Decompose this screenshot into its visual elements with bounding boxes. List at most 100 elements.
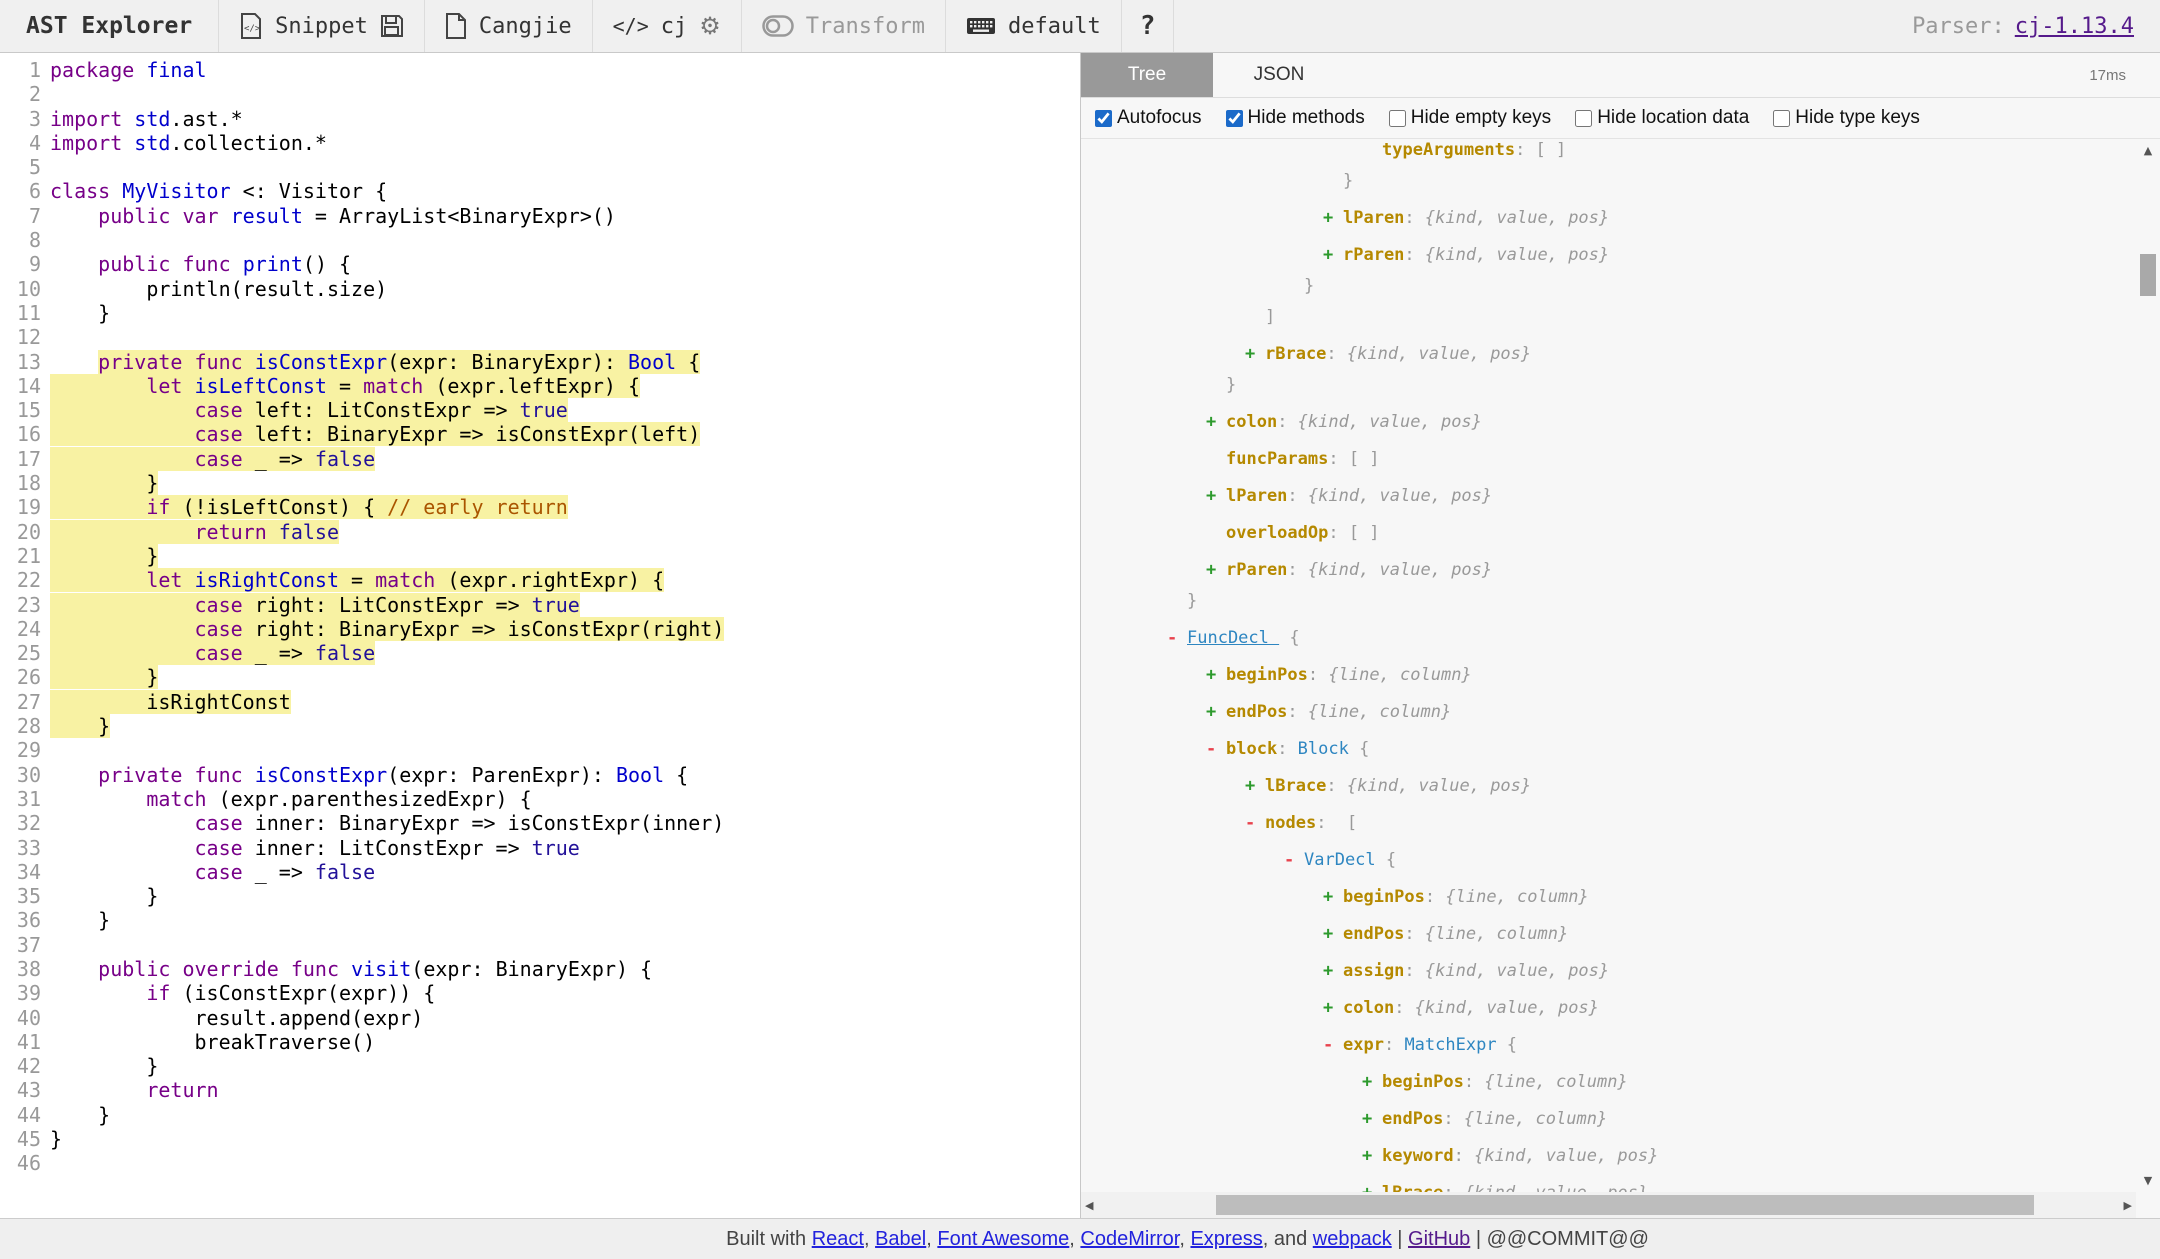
tree-key[interactable]: endPos (1343, 924, 1404, 944)
parser-version-link[interactable]: cj-1.13.4 (2015, 14, 2134, 39)
code-line[interactable]: 41 breakTraverse() (0, 1030, 1080, 1054)
tree-row[interactable]: +lParen: {kind, value, pos} (1081, 483, 2160, 509)
code-line[interactable]: 3import std.ast.* (0, 107, 1080, 131)
node-type[interactable]: VarDecl (1304, 850, 1376, 870)
tree-row[interactable]: +assign: {kind, value, pos} (1081, 958, 2160, 984)
tree-row[interactable]: } (1081, 273, 2160, 299)
tree-key[interactable]: colon (1343, 998, 1394, 1018)
tree-row[interactable]: ] (1081, 304, 2160, 330)
tree-row[interactable]: +beginPos: {line, column} (1081, 1069, 2160, 1095)
tree-key[interactable]: lParen (1226, 486, 1287, 506)
expand-icon[interactable]: + (1206, 409, 1226, 435)
horizontal-scrollbar[interactable]: ◀ ▶ (1081, 1192, 2136, 1218)
option-autofocus[interactable]: Autofocus (1095, 107, 1202, 129)
tree-key[interactable]: typeArguments (1382, 140, 1515, 160)
code-line[interactable]: 30 private func isConstExpr(expr: ParenE… (0, 763, 1080, 787)
tree-row[interactable]: +rParen: {kind, value, pos} (1081, 557, 2160, 583)
code-line[interactable]: 42 } (0, 1054, 1080, 1078)
transform-toggle[interactable]: Transform (742, 0, 946, 52)
tree-row[interactable]: -FuncDecl { (1081, 625, 2160, 651)
checkbox[interactable] (1575, 110, 1592, 127)
code-line[interactable]: 46 (0, 1151, 1080, 1175)
footer-link-express[interactable]: Express (1190, 1228, 1262, 1250)
collapse-icon[interactable]: - (1284, 847, 1304, 873)
tab-tree[interactable]: Tree (1081, 53, 1213, 97)
code-line[interactable]: 39 if (isConstExpr(expr)) { (0, 981, 1080, 1005)
option-hide-methods[interactable]: Hide methods (1226, 107, 1365, 129)
expand-icon[interactable]: + (1362, 1106, 1382, 1132)
parser-settings-button[interactable]: </> cj ⚙ (593, 0, 742, 52)
checkbox[interactable] (1226, 110, 1243, 127)
tree-row[interactable]: } (1081, 372, 2160, 398)
code-line[interactable]: 9 public func print() { (0, 252, 1080, 276)
tree-key[interactable]: colon (1226, 412, 1277, 432)
expand-icon[interactable]: + (1323, 995, 1343, 1021)
expand-icon[interactable]: + (1323, 205, 1343, 231)
snippet-button[interactable]: </> Snippet (219, 0, 425, 52)
tree-key[interactable]: endPos (1226, 702, 1287, 722)
code-line[interactable]: 20 return false (0, 520, 1080, 544)
code-line[interactable]: 34 case _ => false (0, 860, 1080, 884)
tree-row[interactable]: +rBrace: {kind, value, pos} (1081, 341, 2160, 367)
tree-row[interactable]: +endPos: {line, column} (1081, 921, 2160, 947)
collapse-icon[interactable]: - (1167, 625, 1187, 651)
code-line[interactable]: 10 println(result.size) (0, 277, 1080, 301)
code-line[interactable]: 19 if (!isLeftConst) { // early return (0, 495, 1080, 519)
checkbox[interactable] (1389, 110, 1406, 127)
tree-row[interactable]: +rParen: {kind, value, pos} (1081, 242, 2160, 268)
code-line[interactable]: 35 } (0, 884, 1080, 908)
code-line[interactable]: 16 case left: BinaryExpr => isConstExpr(… (0, 422, 1080, 446)
code-line[interactable]: 28 } (0, 714, 1080, 738)
tab-json[interactable]: JSON (1213, 53, 1345, 97)
code-line[interactable]: 18 } (0, 471, 1080, 495)
expand-icon[interactable]: + (1206, 557, 1226, 583)
expand-icon[interactable]: + (1245, 341, 1265, 367)
code-line[interactable]: 22 let isRightConst = match (expr.rightE… (0, 568, 1080, 592)
code-line[interactable]: 37 (0, 933, 1080, 957)
tree-row[interactable]: +colon: {kind, value, pos} (1081, 995, 2160, 1021)
footer-link-github[interactable]: GitHub (1408, 1228, 1470, 1250)
tree-row[interactable]: -expr: MatchExpr { (1081, 1032, 2160, 1058)
code-line[interactable]: 29 (0, 738, 1080, 762)
collapse-icon[interactable]: - (1245, 810, 1265, 836)
gear-icon[interactable]: ⚙ (699, 12, 721, 40)
code-line[interactable]: 1package final (0, 58, 1080, 82)
code-line[interactable]: 27 isRightConst (0, 690, 1080, 714)
code-line[interactable]: 6class MyVisitor <: Visitor { (0, 179, 1080, 203)
tree-row[interactable]: +lParen: {kind, value, pos} (1081, 205, 2160, 231)
node-type[interactable]: FuncDecl (1187, 628, 1279, 648)
code-line[interactable]: 32 case inner: BinaryExpr => isConstExpr… (0, 811, 1080, 835)
code-line[interactable]: 36 } (0, 908, 1080, 932)
footer-link-font-awesome[interactable]: Font Awesome (937, 1228, 1069, 1250)
tree-key[interactable]: rParen (1226, 560, 1287, 580)
tree-key[interactable]: beginPos (1382, 1072, 1464, 1092)
scroll-left-icon[interactable]: ◀ (1085, 1192, 1093, 1218)
checkbox[interactable] (1095, 110, 1112, 127)
footer-link-babel[interactable]: Babel (875, 1228, 926, 1250)
tree-key[interactable]: lParen (1343, 208, 1404, 228)
expand-icon[interactable]: + (1323, 921, 1343, 947)
code-line[interactable]: 2 (0, 82, 1080, 106)
expand-icon[interactable]: + (1245, 773, 1265, 799)
keymap-button[interactable]: default (946, 0, 1122, 52)
tree-row[interactable]: funcParams: [ ] (1081, 446, 2160, 472)
tree-row[interactable]: +endPos: {line, column} (1081, 699, 2160, 725)
tree-row[interactable]: } (1081, 588, 2160, 614)
tree-key[interactable]: rParen (1343, 245, 1404, 265)
node-type[interactable]: Block (1298, 739, 1349, 759)
expand-icon[interactable]: + (1206, 699, 1226, 725)
scroll-down-icon[interactable]: ▼ (2136, 1174, 2160, 1187)
code-line[interactable]: 31 match (expr.parenthesizedExpr) { (0, 787, 1080, 811)
ast-tree-view[interactable]: typeArguments: [ ]} +lParen: {kind, value… (1081, 139, 2160, 1218)
checkbox[interactable] (1773, 110, 1790, 127)
vertical-scrollbar[interactable]: ▲ ▼ (2136, 139, 2160, 1192)
tree-key[interactable]: beginPos (1226, 665, 1308, 685)
tree-key[interactable]: overloadOp (1226, 523, 1328, 543)
tree-row[interactable]: typeArguments: [ ] (1081, 139, 2160, 163)
expand-icon[interactable]: + (1323, 242, 1343, 268)
code-line[interactable]: 23 case right: LitConstExpr => true (0, 593, 1080, 617)
tree-key[interactable]: block (1226, 739, 1277, 759)
code-line[interactable]: 43 return (0, 1078, 1080, 1102)
tree-row[interactable]: -nodes: [ (1081, 810, 2160, 836)
tree-row[interactable]: } (1081, 168, 2160, 194)
